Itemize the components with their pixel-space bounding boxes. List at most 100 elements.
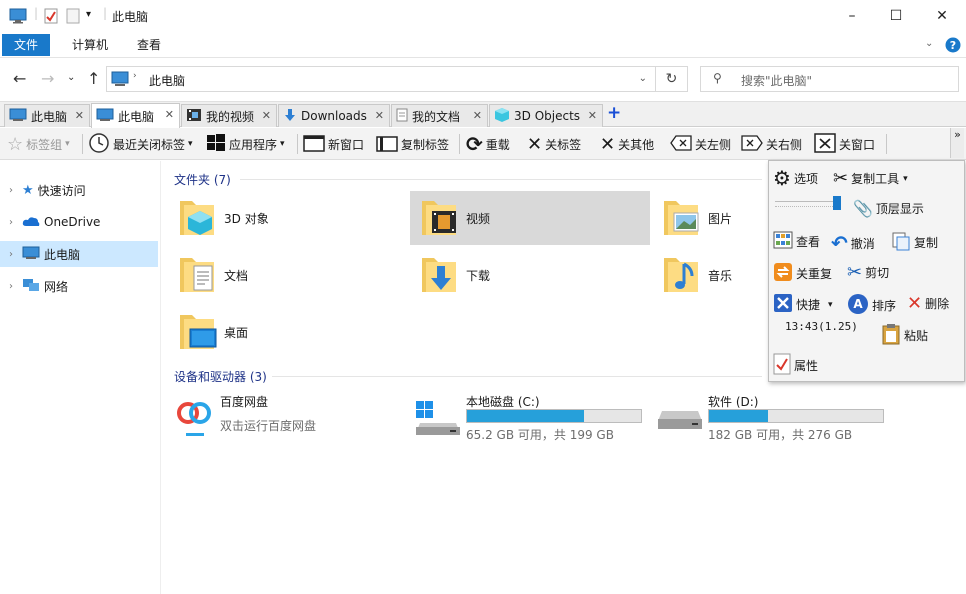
tab-my-videos[interactable]: 我的视频 ✕ bbox=[181, 104, 277, 127]
properties-button[interactable]: 属性 bbox=[773, 353, 818, 378]
close-right-button[interactable]: 关右侧 bbox=[741, 132, 802, 156]
folder-music[interactable]: 音乐 bbox=[652, 248, 762, 302]
folder-videos[interactable]: 视频 bbox=[410, 191, 650, 245]
sidebar-item-this-pc[interactable]: › 此电脑 bbox=[0, 241, 158, 267]
close-tab-icon[interactable]: ✕ bbox=[375, 109, 384, 122]
folder-music-icon bbox=[658, 252, 704, 298]
sidebar-item-onedrive[interactable]: › OneDrive bbox=[0, 209, 158, 235]
copy-tab-button[interactable]: 复制标签 bbox=[376, 132, 449, 156]
maximize-button[interactable]: ☐ bbox=[873, 0, 919, 32]
tab-view[interactable]: 查看 bbox=[125, 34, 173, 56]
folder-downloads[interactable]: 下载 bbox=[410, 248, 650, 302]
breadcrumb-chevron-icon[interactable]: › bbox=[133, 71, 137, 81]
recent-locations-icon[interactable]: ⌄ bbox=[67, 72, 75, 83]
tab-3d-objects[interactable]: 3D Objects ✕ bbox=[489, 104, 603, 127]
close-tab-icon[interactable]: ✕ bbox=[75, 109, 84, 122]
folder-tab-bar: 此电脑 ✕ 此电脑 ✕ 我的视频 ✕ Downloads ✕ 我的文档 ✕ 3D… bbox=[0, 101, 966, 128]
view-label: 查看 bbox=[796, 235, 821, 249]
cube-icon bbox=[494, 107, 510, 126]
baidu-netdisk[interactable]: 百度网盘 双击运行百度网盘 bbox=[168, 391, 408, 445]
refresh-button[interactable]: ↻ bbox=[656, 66, 688, 92]
window-title: 此电脑 bbox=[112, 10, 149, 24]
search-input[interactable]: ⚲ 搜索"此电脑" bbox=[700, 66, 959, 92]
close-tab-icon[interactable]: ✕ bbox=[262, 109, 271, 122]
drive-c[interactable]: 本地磁盘 (C:) 65.2 GB 可用，共 199 GB bbox=[414, 391, 654, 445]
sort-button[interactable]: A 排序 bbox=[847, 293, 896, 318]
address-history-icon[interactable]: ⌄ bbox=[639, 73, 647, 84]
new-window-button[interactable]: 新窗口 bbox=[303, 132, 364, 156]
tab-this-pc-active[interactable]: 此电脑 ✕ bbox=[91, 103, 180, 128]
close-left-button[interactable]: 关左侧 bbox=[670, 132, 731, 156]
close-button[interactable]: ✕ bbox=[919, 0, 965, 32]
expand-chevron-icon[interactable]: › bbox=[0, 281, 22, 292]
close-tab-icon[interactable]: ✕ bbox=[165, 108, 174, 121]
tab-computer[interactable]: 计算机 bbox=[60, 34, 120, 56]
drive-usage-text: 182 GB 可用，共 276 GB bbox=[708, 428, 853, 442]
chevron-down-icon: ▾ bbox=[188, 139, 193, 149]
back-icon[interactable]: ← bbox=[13, 69, 26, 88]
svg-text:?: ? bbox=[950, 39, 956, 52]
undo-button[interactable]: ↶ 撤消 bbox=[831, 231, 875, 255]
address-bar[interactable]: › 此电脑 ⌄ bbox=[106, 66, 656, 92]
properties-icon[interactable] bbox=[44, 8, 58, 27]
quick-access-dropdown-icon[interactable]: ▾ bbox=[86, 9, 91, 20]
reload-button[interactable]: ⟳ 重载 bbox=[466, 132, 510, 156]
video-icon bbox=[186, 108, 202, 125]
close-others-button[interactable]: ✕ 关其他 bbox=[600, 132, 654, 156]
tab-this-pc-1[interactable]: 此电脑 ✕ bbox=[4, 104, 90, 127]
expand-chevron-icon[interactable]: › bbox=[0, 217, 22, 228]
copy-tool-button[interactable]: ✂ 复制工具 ▾ bbox=[833, 168, 908, 189]
programs-button[interactable]: 应用程序 ▾ bbox=[206, 132, 285, 156]
opacity-slider[interactable] bbox=[775, 201, 839, 207]
minimize-button[interactable]: – bbox=[829, 0, 875, 32]
sidebar-item-label: OneDrive bbox=[44, 215, 101, 229]
pc-icon bbox=[9, 108, 27, 125]
toolbar-separator bbox=[459, 134, 460, 154]
tab-file[interactable]: 文件 bbox=[2, 34, 51, 56]
folders-section-title[interactable]: 文件夹 (7) bbox=[174, 171, 231, 188]
delete-button[interactable]: ✕ 删除 bbox=[907, 293, 949, 314]
tab-label: 此电脑 bbox=[31, 109, 68, 124]
shortcut-button[interactable]: 快捷 ▾ bbox=[773, 293, 833, 316]
breadcrumb[interactable]: 此电脑 bbox=[149, 72, 185, 89]
paste-button[interactable]: 粘贴 bbox=[881, 323, 928, 348]
folder-3d-objects[interactable]: 3D 对象 bbox=[168, 191, 408, 245]
tab-my-documents[interactable]: 我的文档 ✕ bbox=[391, 104, 488, 127]
close-duplicates-button[interactable]: 关重复 bbox=[773, 262, 832, 285]
close-tab-icon[interactable]: ✕ bbox=[473, 109, 482, 122]
close-tab-icon[interactable]: ✕ bbox=[588, 109, 597, 122]
new-folder-icon[interactable] bbox=[66, 8, 80, 27]
expand-chevron-icon[interactable]: › bbox=[0, 185, 22, 196]
bookmark-group-button[interactable]: ☆ 标签组 ▾ bbox=[7, 132, 70, 156]
forward-icon[interactable]: → bbox=[41, 69, 54, 88]
folder-documents[interactable]: 文档 bbox=[168, 248, 408, 302]
tool-popup-panel: ⚙ 选项 ✂ 复制工具 ▾ 📎 顶层显示 查看 ↶ 撤消 复制 关重复 ✂ 剪切… bbox=[768, 160, 965, 382]
recently-closed-button[interactable]: 最近关闭标签 ▾ bbox=[88, 132, 193, 156]
help-icon[interactable]: ? bbox=[945, 37, 961, 56]
view-button[interactable]: 查看 bbox=[773, 231, 820, 252]
copy-button[interactable]: 复制 bbox=[891, 231, 938, 254]
clock-icon bbox=[88, 132, 110, 157]
topmost-button[interactable]: 📎 顶层显示 bbox=[853, 199, 924, 218]
folder-pictures[interactable]: 图片 bbox=[652, 191, 762, 245]
up-icon[interactable]: ↑ bbox=[87, 69, 100, 88]
sidebar-item-quick-access[interactable]: › ★ 快速访问 bbox=[0, 177, 158, 203]
cut-button[interactable]: ✂ 剪切 bbox=[847, 262, 889, 283]
devices-section-title[interactable]: 设备和驱动器 (3) bbox=[174, 368, 267, 385]
toolbar-overflow-icon[interactable]: » bbox=[950, 128, 964, 158]
reload-label: 重载 bbox=[485, 137, 510, 152]
expand-chevron-icon[interactable]: › bbox=[0, 249, 22, 260]
options-button[interactable]: ⚙ 选项 bbox=[773, 168, 818, 188]
topmost-label: 顶层显示 bbox=[875, 202, 924, 216]
sidebar-item-label: 网络 bbox=[44, 279, 69, 294]
close-tab-button[interactable]: ✕ 关标签 bbox=[527, 132, 581, 156]
tab-downloads[interactable]: Downloads ✕ bbox=[278, 104, 390, 127]
folder-desktop[interactable]: 桌面 bbox=[168, 305, 408, 359]
baidu-netdisk-icon bbox=[172, 393, 216, 442]
slider-thumb[interactable] bbox=[833, 196, 841, 210]
expand-ribbon-icon[interactable]: ⌄ bbox=[925, 38, 933, 49]
drive-d[interactable]: 软件 (D:) 182 GB 可用，共 276 GB bbox=[656, 391, 896, 445]
sidebar-item-network[interactable]: › 网络 bbox=[0, 273, 158, 299]
new-tab-icon[interactable]: + bbox=[607, 103, 621, 123]
close-window-button[interactable]: 关窗口 bbox=[814, 132, 875, 156]
